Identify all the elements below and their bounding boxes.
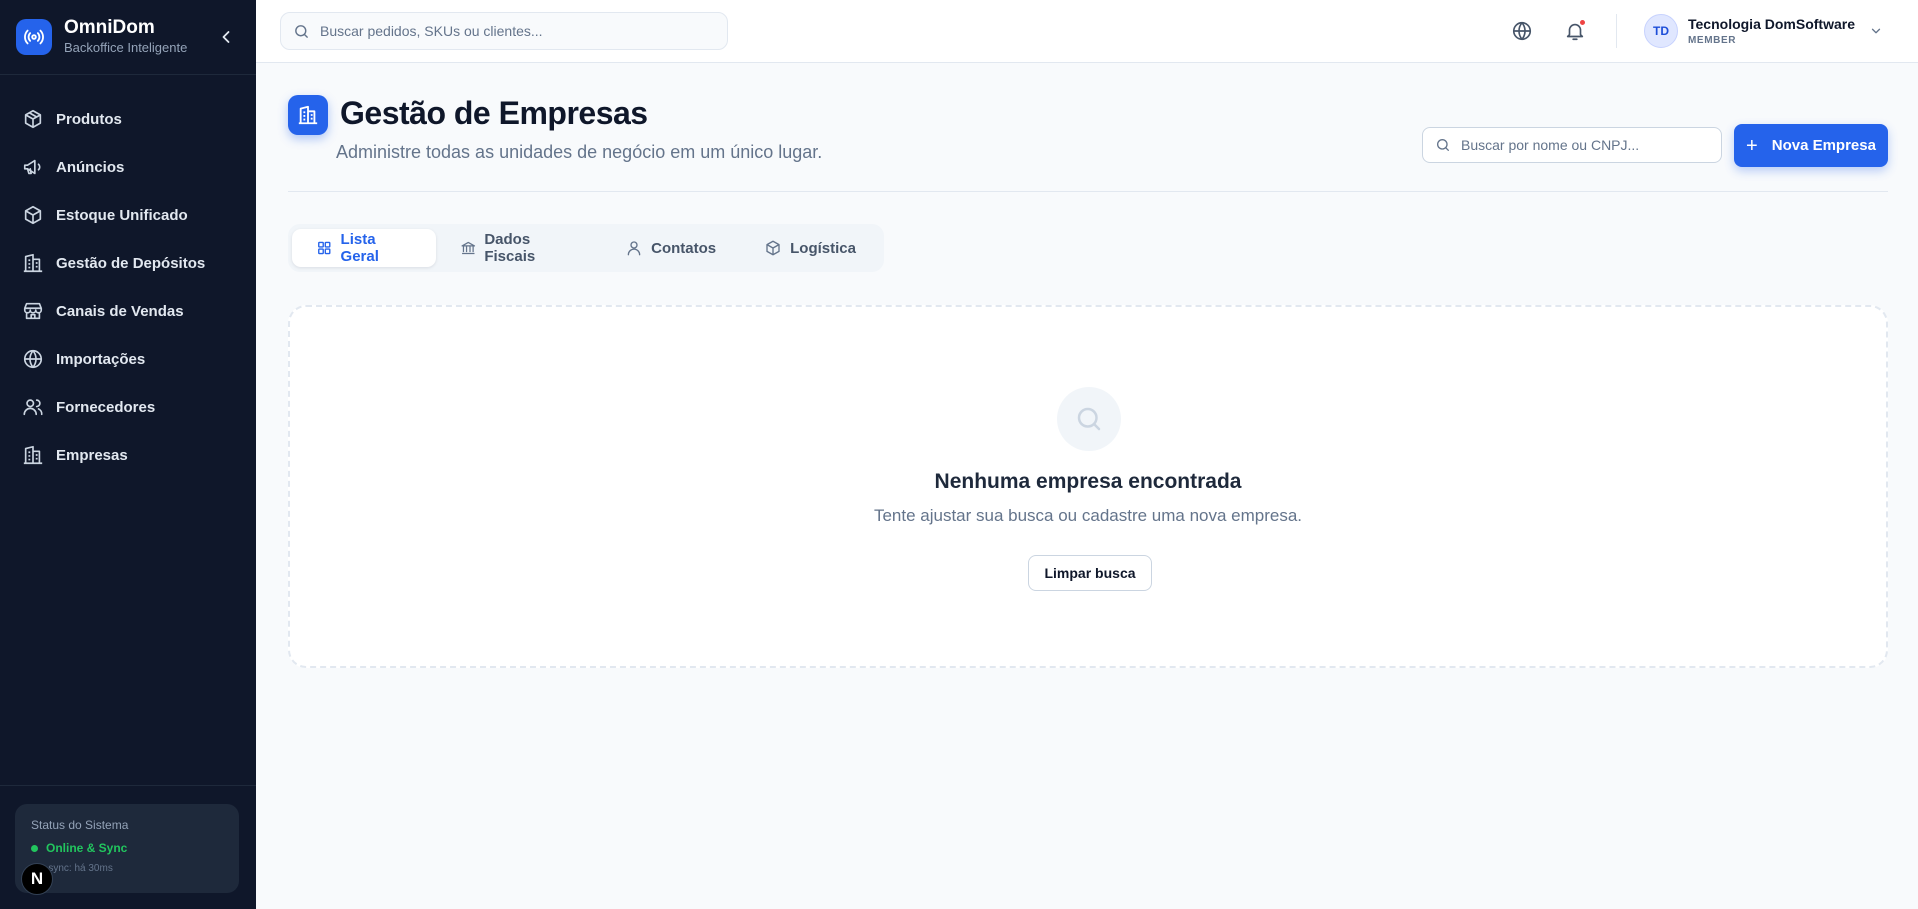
sidebar-item-fornecedores[interactable]: Fornecedores <box>0 383 256 431</box>
status-dot-icon <box>31 844 38 852</box>
company-search-input[interactable] <box>1461 137 1711 153</box>
page-title: Gestão de Empresas <box>340 95 648 131</box>
brand-name: OmniDom <box>64 17 155 38</box>
bank-icon <box>461 241 475 255</box>
sidebar-nav: Produtos Anúncios Estoque Unificado Gest… <box>0 75 256 479</box>
collapse-sidebar-button[interactable] <box>216 27 236 47</box>
dev-tools-badge[interactable]: N <box>21 863 53 895</box>
sidebar-item-anuncios[interactable]: Anúncios <box>0 143 256 191</box>
building-icon <box>288 95 328 135</box>
sidebar-item-depositos[interactable]: Gestão de Depósitos <box>0 239 256 287</box>
sidebar-item-label: Anúncios <box>56 158 125 176</box>
main-content: Gestão de Empresas Administre todas as u… <box>256 63 1918 909</box>
sidebar-item-label: Gestão de Depósitos <box>56 254 206 272</box>
broadcast-icon <box>16 19 52 55</box>
new-company-label: Nova Empresa <box>1771 137 1876 154</box>
sidebar-item-label: Estoque Unificado <box>56 206 188 224</box>
empty-state: Nenhuma empresa encontrada Tente ajustar… <box>288 305 1888 668</box>
global-search-input[interactable] <box>320 23 700 39</box>
search-icon <box>1437 139 1449 151</box>
chevron-left-icon <box>222 31 230 43</box>
sidebar: OmniDom Backoffice Inteligente Produtos … <box>0 0 256 909</box>
header-divider <box>288 191 1888 192</box>
tab-logistica[interactable]: Logística <box>740 229 880 267</box>
status-state: Online & Sync <box>46 841 128 855</box>
global-search <box>280 12 728 50</box>
box-icon <box>766 240 780 256</box>
avatar: TD <box>1644 14 1678 48</box>
sidebar-item-importacoes[interactable]: Importações <box>0 335 256 383</box>
plus-icon: + <box>1746 134 1758 157</box>
megaphone-icon <box>23 159 41 175</box>
empty-state-text: Tente ajustar sua busca ou cadastre uma … <box>873 506 1303 525</box>
building-icon <box>23 445 43 465</box>
new-company-button[interactable]: + Nova Empresa <box>1734 124 1888 167</box>
clear-search-button[interactable]: Limpar busca <box>1028 555 1152 591</box>
topbar-divider <box>1616 14 1617 48</box>
notifications-button[interactable] <box>1564 19 1586 42</box>
user-role: MEMBER <box>1688 35 1737 46</box>
store-icon <box>23 302 43 320</box>
box-icon <box>24 205 42 225</box>
brand-header: OmniDom Backoffice Inteligente <box>0 0 256 75</box>
tab-label: Logística <box>790 239 856 257</box>
company-search <box>1422 127 1722 163</box>
chevron-down-icon <box>1871 28 1881 34</box>
search-icon <box>295 24 308 38</box>
sidebar-item-estoque[interactable]: Estoque Unificado <box>0 191 256 239</box>
search-icon <box>1057 387 1121 451</box>
topbar: TD Tecnologia DomSoftware MEMBER <box>256 0 1918 63</box>
tab-label: Dados Fiscais <box>484 231 536 265</box>
brand-subtitle: Backoffice Inteligente <box>64 40 188 55</box>
language-button[interactable] <box>1511 20 1533 42</box>
user-menu[interactable]: TD Tecnologia DomSoftware MEMBER <box>1644 14 1883 48</box>
sidebar-item-empresas[interactable]: Empresas <box>0 431 256 479</box>
users-icon <box>23 399 43 416</box>
globe-icon <box>23 349 43 369</box>
tabs: Lista Geral Dados Fiscais Contatos Logís… <box>288 224 884 272</box>
tab-label: Contatos <box>651 239 717 257</box>
warehouse-icon <box>23 253 43 273</box>
sidebar-item-label: Fornecedores <box>56 398 156 416</box>
sidebar-item-produtos[interactable]: Produtos <box>0 95 256 143</box>
empty-state-title: Nenhuma empresa encontrada <box>934 470 1242 493</box>
status-online-row: Online & Sync <box>31 841 223 855</box>
package-icon <box>24 109 42 129</box>
page-subtitle: Administre todas as unidades de negócio … <box>336 142 823 162</box>
sidebar-item-label: Canais de Vendas <box>56 302 184 320</box>
sidebar-item-label: Produtos <box>56 110 122 128</box>
user-name: Tecnologia DomSoftware <box>1688 16 1855 32</box>
notification-badge <box>1579 19 1586 26</box>
sidebar-item-canais[interactable]: Canais de Vendas <box>0 287 256 335</box>
last-sync-text: a sync: há 30ms <box>40 863 113 874</box>
tab-lista-geral[interactable]: Lista Geral <box>292 229 436 267</box>
tab-label: Lista Geral <box>340 231 379 265</box>
globe-icon <box>1512 21 1532 41</box>
status-title: Status do Sistema <box>31 818 129 832</box>
sidebar-item-label: Empresas <box>56 446 128 464</box>
grid-icon <box>318 241 331 255</box>
sidebar-footer: Status do Sistema Online & Sync a sync: … <box>0 785 256 909</box>
tab-dados-fiscais[interactable]: Dados Fiscais <box>436 229 601 267</box>
user-icon <box>627 241 641 256</box>
tab-contatos[interactable]: Contatos <box>601 229 740 267</box>
sidebar-item-label: Importações <box>56 350 146 368</box>
